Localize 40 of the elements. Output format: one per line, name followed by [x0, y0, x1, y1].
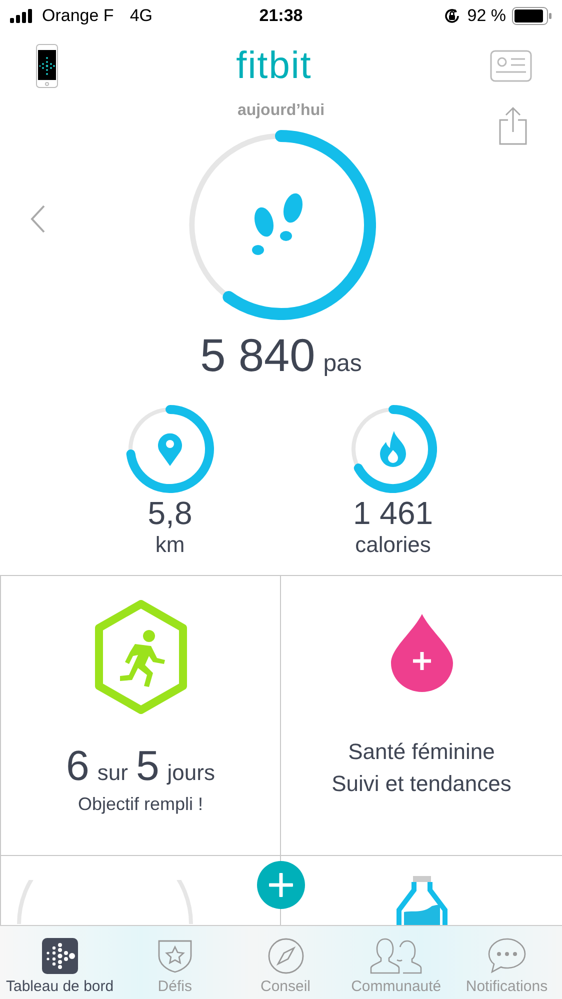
steps-unit: pas: [323, 350, 362, 378]
days-goal: 5: [136, 742, 160, 790]
goal-status: Objectif rempli !: [78, 794, 204, 815]
drop-plus-icon: [390, 614, 452, 692]
clock-time: 21:38: [259, 6, 303, 26]
tab-item[interactable]: Notifications: [451, 926, 562, 999]
tab-item[interactable]: Défis: [120, 926, 230, 999]
profile-card-icon[interactable]: [490, 50, 532, 82]
stat-value: 1 461: [352, 495, 434, 531]
dashboard-icon: [42, 938, 78, 974]
flame-icon: [380, 431, 406, 467]
steps-count: 5 840: [200, 328, 316, 382]
previous-day-chevron[interactable]: [30, 204, 46, 234]
stat-unit: calories: [355, 531, 431, 559]
stat-unit: km: [155, 531, 185, 559]
battery-percent: 92 %: [467, 6, 506, 26]
tab-item[interactable]: Tableau de bord: [0, 926, 120, 999]
tab-item[interactable]: Conseil: [230, 926, 341, 999]
compass-icon: [268, 938, 304, 974]
rotation-lock-icon: [443, 7, 462, 25]
location-pin-icon: [157, 432, 183, 466]
network-type: 4G: [130, 6, 152, 26]
tracker-device-icon[interactable]: [36, 44, 58, 88]
people-icon: [370, 938, 422, 974]
tile-title: Santé féminine: [348, 738, 495, 766]
days-achieved: 6: [66, 742, 90, 790]
tile-subtitle: Suivi et tendances: [332, 770, 512, 798]
plus-icon: [269, 873, 293, 897]
star-shield-icon: [156, 938, 193, 974]
days-separator: sur: [97, 760, 128, 786]
chat-bubble-icon: [488, 938, 526, 974]
carrier-name: Orange F: [42, 6, 114, 26]
share-icon[interactable]: [498, 106, 528, 146]
days-unit: jours: [167, 760, 215, 786]
fitbit-logo: fitbit: [236, 44, 312, 88]
date-label: aujourd’hui: [237, 102, 325, 121]
battery-icon: [512, 7, 552, 25]
tab-item[interactable]: Communauté: [340, 926, 452, 999]
add-button[interactable]: [257, 861, 305, 909]
stat-value: 5,8: [148, 495, 192, 531]
